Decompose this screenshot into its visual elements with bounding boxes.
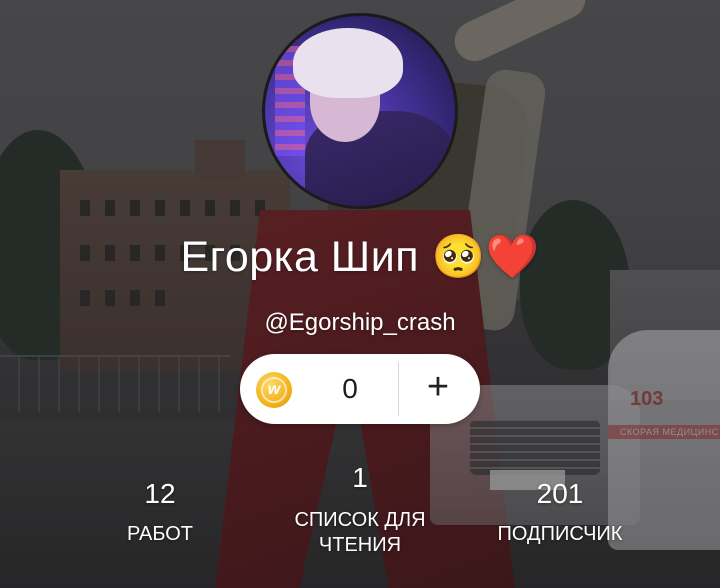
stat-followers[interactable]: 201 ПОДПИСЧИК <box>470 478 650 547</box>
coin-icon-letter: w <box>267 381 281 398</box>
coin-divider <box>398 362 399 416</box>
stat-followers-label: ПОДПИСЧИК <box>497 523 623 545</box>
plus-icon: + <box>426 366 450 408</box>
stat-followers-count: 201 <box>536 478 584 509</box>
profile-display-name: Егорка Шип 🥺❤️ <box>180 233 540 281</box>
coin-count: 0 <box>342 373 358 404</box>
stat-reading-lists-count: 1 <box>352 462 368 493</box>
stat-works[interactable]: 12 РАБОТ <box>100 478 220 547</box>
coin-balance-pill: w 0 + <box>240 354 480 424</box>
coin-icon: w <box>256 372 292 408</box>
avatar[interactable] <box>262 13 458 209</box>
stat-reading-lists[interactable]: 1 СПИСОК ДЛЯ ЧТЕНИЯ <box>270 462 450 558</box>
add-coins-button[interactable]: + <box>402 354 474 424</box>
stat-works-label: РАБОТ <box>126 523 193 545</box>
profile-username: @Egorship_crash <box>264 309 456 336</box>
stat-reading-lists-label: СПИСОК ДЛЯ ЧТЕНИЯ <box>294 509 426 556</box>
stat-works-count: 12 <box>144 478 176 509</box>
